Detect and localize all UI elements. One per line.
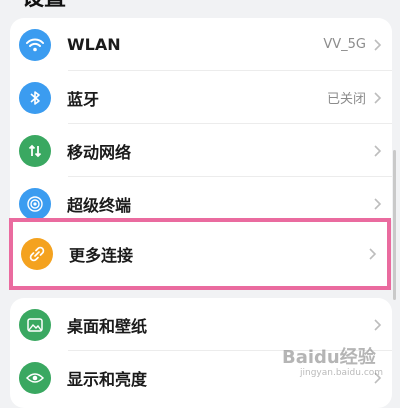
chevron-right-icon — [374, 318, 382, 331]
settings-item-value: 已关闭 — [326, 92, 366, 107]
watermark-url: jingyan.baidu.com — [300, 368, 384, 378]
settings-item-label: 移动网络 — [67, 142, 132, 162]
chevron-right-icon — [374, 38, 382, 51]
wallpaper-icon — [19, 308, 51, 341]
settings-item-value: VV_5G — [323, 37, 366, 52]
eye-icon — [19, 361, 51, 394]
chevron-right-icon — [374, 91, 382, 104]
settings-item-bluetooth[interactable]: 蓝牙 已关闭 — [10, 71, 392, 124]
settings-item-label: WLAN — [67, 35, 121, 54]
settings-item-mobile-network[interactable]: 移动网络 — [10, 124, 392, 177]
settings-item-label: 蓝牙 — [67, 89, 100, 109]
page-title: 设置 — [22, 0, 66, 12]
super-device-icon — [19, 187, 51, 220]
scrollbar[interactable] — [393, 150, 396, 300]
wifi-icon — [19, 28, 51, 61]
chevron-right-icon — [369, 248, 377, 260]
settings-item-more-connections[interactable]: 更多连接 — [9, 218, 391, 290]
settings-item-label: 更多连接 — [69, 246, 134, 265]
bluetooth-icon — [19, 81, 51, 114]
settings-card-connectivity: WLAN VV_5G 蓝牙 已关闭 移动网络 超级终端 — [10, 18, 392, 230]
watermark: Baidu经验 — [282, 347, 376, 368]
mobile-data-icon — [19, 134, 51, 167]
chevron-right-icon — [374, 144, 382, 157]
settings-item-wlan[interactable]: WLAN VV_5G — [10, 18, 392, 71]
link-icon — [21, 238, 53, 270]
settings-item-label: 桌面和壁纸 — [67, 316, 148, 336]
chevron-right-icon — [374, 197, 382, 210]
settings-item-label: 超级终端 — [67, 195, 132, 215]
